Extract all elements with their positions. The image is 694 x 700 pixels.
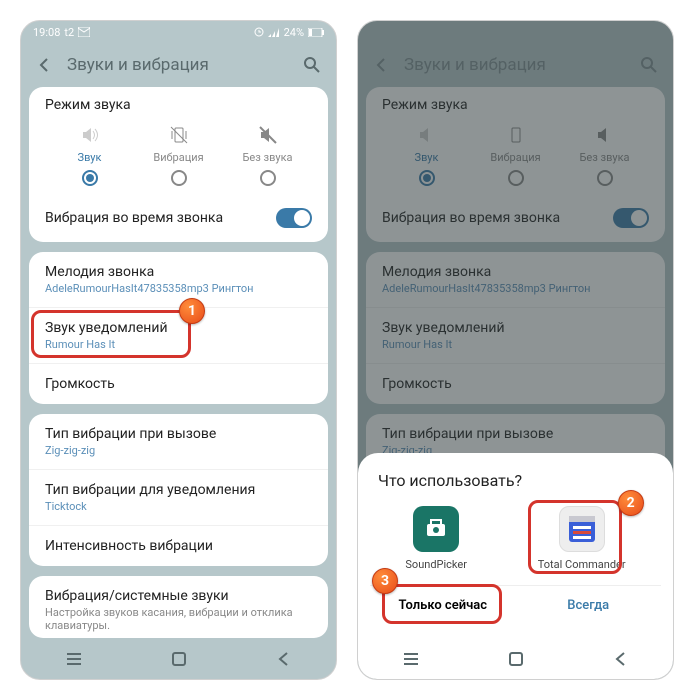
ringtone-title: Мелодия звонка — [45, 264, 312, 280]
mute-icon — [258, 125, 278, 145]
system-sounds-title: Вибрация/системные звуки — [45, 588, 312, 604]
mode-mute[interactable]: Без звука — [223, 125, 312, 186]
page-title: Звуки и вибрация — [67, 55, 300, 75]
battery-icon — [308, 28, 324, 37]
mode-vibrate-label: Вибрация — [153, 151, 203, 164]
status-bar: 19:08 t2 24% — [21, 21, 336, 43]
status-time: 19:08 — [33, 26, 60, 39]
notification-sound-sub: Rumour Has It — [45, 338, 312, 351]
sound-mode-title: Режим звука — [45, 97, 312, 113]
vib-notif-row[interactable]: Тип вибрации для уведомления Ticktock — [29, 470, 328, 526]
vib-intensity-title: Интенсивность вибрации — [45, 538, 312, 554]
carrier-label: t2 — [64, 26, 74, 39]
radio-mute[interactable] — [260, 170, 276, 186]
search-button[interactable] — [300, 53, 324, 77]
vib-notif-sub: Ticktock — [45, 500, 312, 513]
radio-sound[interactable] — [82, 170, 98, 186]
mode-sound-label: Звук — [78, 151, 102, 164]
soundpicker-label: SoundPicker — [405, 558, 467, 571]
ringtone-sub: AdeleRumourHasIt47835358mp3 Рингтон — [45, 282, 312, 295]
badge-3: 3 — [372, 568, 398, 594]
soundpicker-icon — [413, 506, 459, 552]
vibrate-on-call-toggle[interactable] — [276, 208, 312, 228]
nav-recent[interactable] — [64, 649, 84, 669]
vibrate-on-call-row[interactable]: Вибрация во время звонка — [29, 194, 328, 242]
volume-title: Громкость — [45, 376, 312, 392]
mode-vibrate[interactable]: Вибрация — [134, 125, 223, 186]
just-once-button[interactable]: Только сейчас 3 — [370, 586, 516, 625]
back-icon — [36, 56, 54, 74]
phone-right: Звуки и вибрация Режим звука Звук Вибрац… — [357, 20, 674, 680]
mode-mute-label: Без звука — [242, 151, 292, 164]
vib-notif-title: Тип вибрации для уведомления — [45, 482, 312, 498]
phone-left: 19:08 t2 24% Звуки и вибрация Режим звук… — [20, 20, 337, 680]
always-label: Всегда — [567, 598, 609, 613]
nav-back[interactable] — [274, 649, 294, 669]
totalcommander-icon — [559, 506, 605, 552]
alarm-icon — [254, 27, 264, 37]
card-sound-mode: Режим звука Звук Вибрация Без звука — [29, 87, 328, 242]
nav-home[interactable] — [506, 649, 526, 669]
app-soundpicker[interactable]: SoundPicker — [405, 506, 467, 571]
sound-mode-section: Режим звука Звук Вибрация Без звука — [29, 87, 328, 194]
just-once-label: Только сейчас — [398, 598, 487, 613]
nav-bar — [21, 639, 336, 679]
radio-vibrate[interactable] — [171, 170, 187, 186]
nav-bar — [358, 639, 673, 679]
sheet-title: Что использовать? — [370, 471, 661, 490]
notification-sound-row[interactable]: Звук уведомлений Rumour Has It 1 — [29, 308, 328, 364]
back-button[interactable] — [33, 53, 57, 77]
system-sounds-row[interactable]: Вибрация/системные звуки Настройка звуко… — [29, 576, 328, 638]
header: Звуки и вибрация — [21, 43, 336, 87]
app-chooser-sheet: Что использовать? SoundPicker Total Comm… — [358, 453, 673, 639]
app-totalcommander[interactable]: Total Commander 2 — [538, 506, 626, 571]
vib-call-sub: Zig-zig-zig — [45, 444, 312, 457]
card-vibration-types: Тип вибрации при вызове Zig-zig-zig Тип … — [29, 414, 328, 566]
badge-2: 2 — [618, 490, 644, 516]
nav-home[interactable] — [169, 649, 189, 669]
signal-icon — [268, 27, 280, 37]
ringtone-row[interactable]: Мелодия звонка AdeleRumourHasIt47835358m… — [29, 252, 328, 308]
content: Режим звука Звук Вибрация Без звука — [21, 87, 336, 638]
nav-recent[interactable] — [401, 649, 421, 669]
vibrate-icon — [169, 125, 189, 145]
mail-icon — [78, 27, 90, 37]
card-system-sounds: Вибрация/системные звуки Настройка звуко… — [29, 576, 328, 638]
notification-sound-title: Звук уведомлений — [45, 320, 312, 336]
battery-label: 24% — [284, 26, 304, 39]
badge-1: 1 — [179, 298, 205, 324]
totalcommander-label: Total Commander — [538, 558, 626, 571]
vib-call-row[interactable]: Тип вибрации при вызове Zig-zig-zig — [29, 414, 328, 470]
vib-call-title: Тип вибрации при вызове — [45, 426, 312, 442]
volume-row[interactable]: Громкость — [29, 364, 328, 404]
card-ringtone: Мелодия звонка AdeleRumourHasIt47835358m… — [29, 252, 328, 404]
vib-intensity-row[interactable]: Интенсивность вибрации — [29, 526, 328, 566]
nav-back[interactable] — [611, 649, 631, 669]
volume-icon — [80, 125, 100, 145]
vibrate-on-call-label: Вибрация во время звонка — [45, 210, 223, 226]
always-button[interactable]: Всегда — [516, 586, 662, 625]
system-sounds-sub: Настройка звуков касания, вибрации и отк… — [45, 606, 312, 632]
mode-sound[interactable]: Звук — [45, 125, 134, 186]
search-icon — [303, 56, 321, 74]
